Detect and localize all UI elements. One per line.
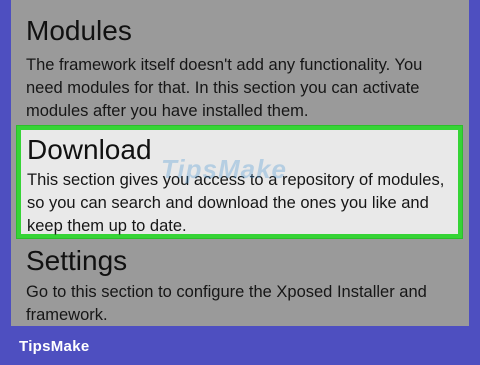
app-screen: Modules The framework itself doesn't add… [11, 0, 469, 326]
download-title: Download [27, 134, 152, 165]
modules-description: The framework itself doesn't add any fun… [26, 56, 423, 120]
settings-title: Settings [26, 245, 128, 276]
menu-item-modules[interactable]: Modules The framework itself doesn't add… [11, 0, 469, 125]
modules-title: Modules [26, 15, 132, 46]
brand-label: TipsMake [19, 338, 90, 355]
watermark-logo: TipsMake [161, 154, 288, 184]
settings-description: Go to this section to configure the Xpos… [26, 283, 427, 324]
menu-item-settings[interactable]: Settings Go to this section to configure… [11, 240, 469, 326]
